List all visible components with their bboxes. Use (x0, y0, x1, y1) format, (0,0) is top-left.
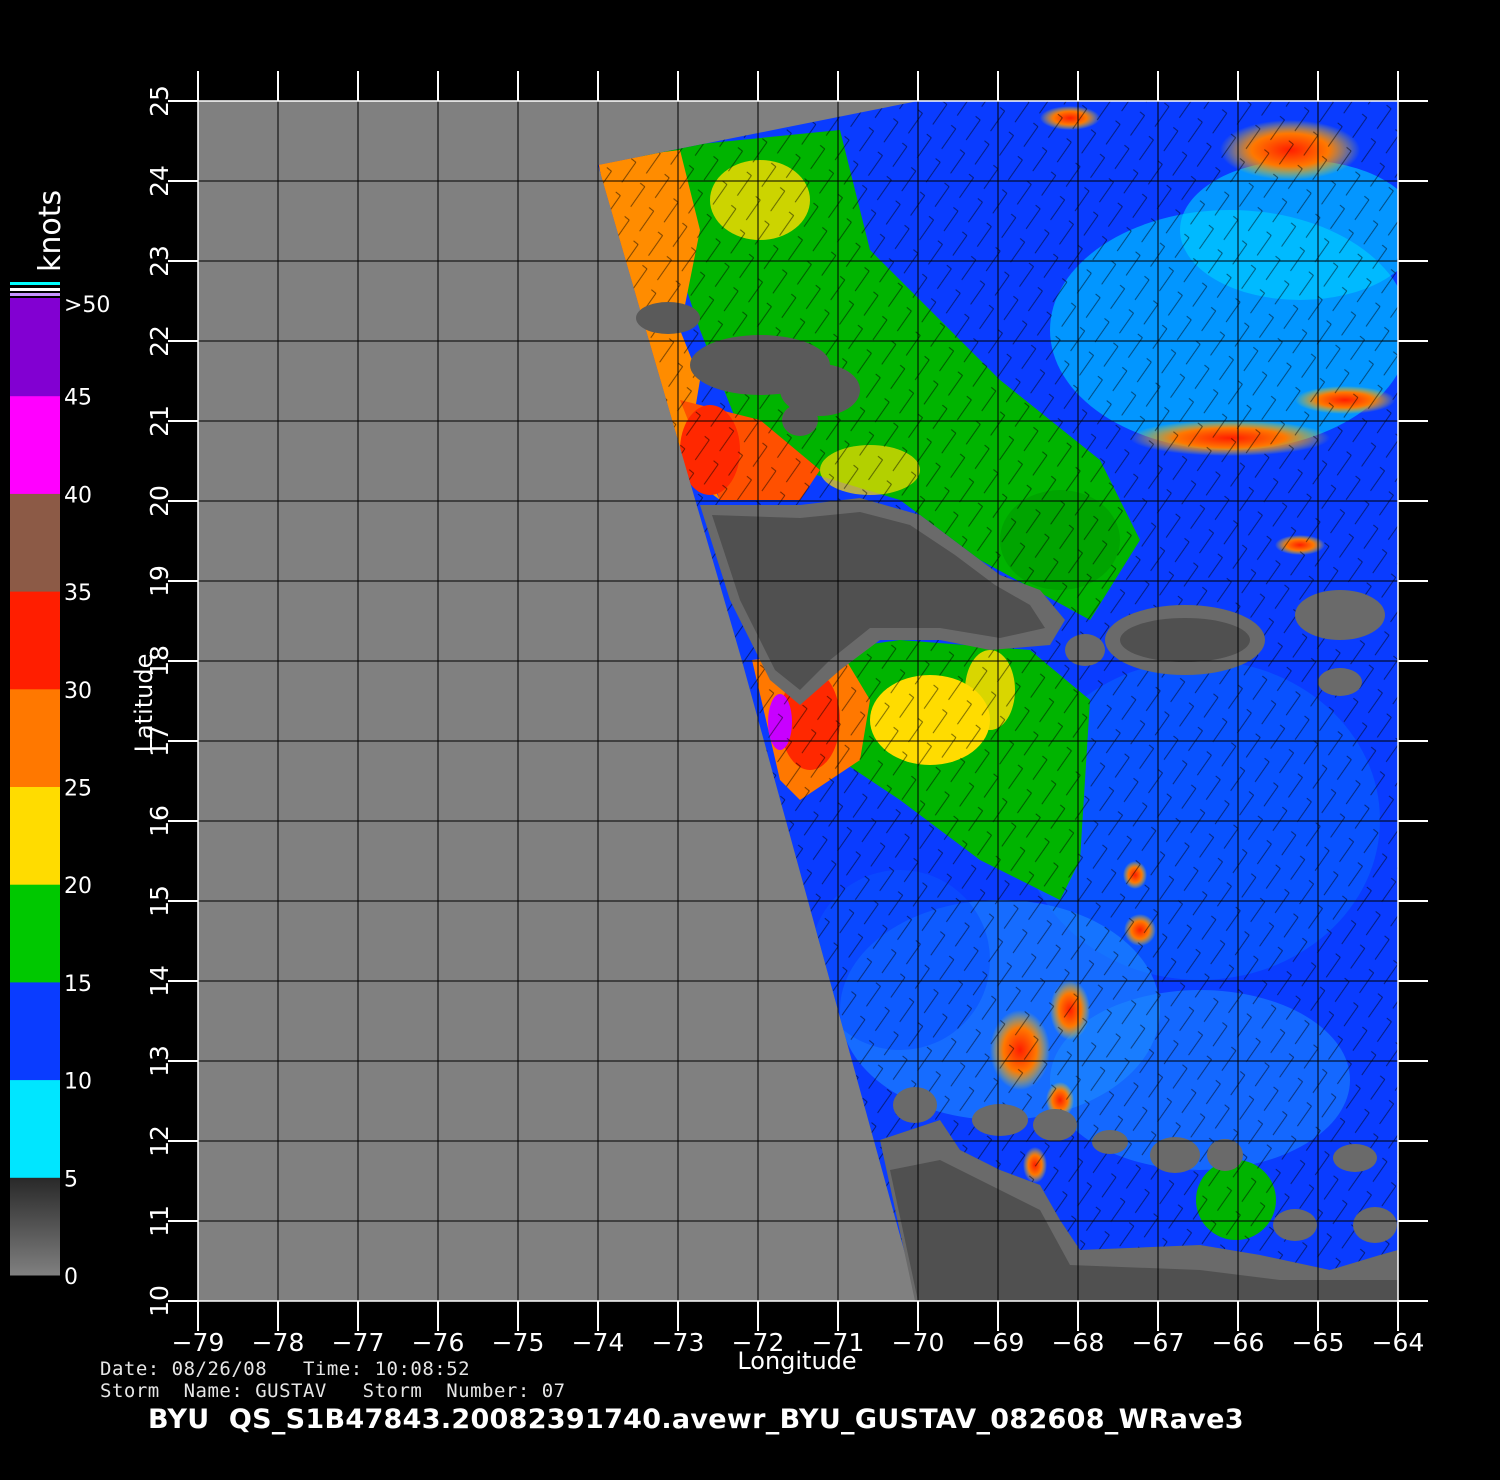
lat-tick-label: 14 (145, 965, 174, 997)
colorbar-segment-10-15 (10, 981, 60, 1081)
colorbar-segment-35-40 (10, 493, 60, 592)
colorbar-label: 0 (64, 1265, 78, 1290)
wind-speed-colorbar: 0 5 10 15 20 25 30 35 40 45 >50 (10, 282, 110, 1290)
colorbar-overflow-stripe (10, 288, 60, 291)
lon-tick-label: −73 (652, 1328, 705, 1357)
lat-tick-label: 24 (145, 165, 174, 197)
lat-tick-label: 21 (145, 405, 174, 437)
colorbar-segment-0-5 (10, 1177, 60, 1276)
colorbar-label: 40 (64, 483, 92, 508)
lat-tick-label: 15 (145, 885, 174, 917)
colorbar-segment-40-45 (10, 395, 60, 494)
colorbar-label: 20 (64, 874, 92, 899)
lon-tick-label: −77 (332, 1328, 385, 1357)
lat-tick-label: 20 (145, 485, 174, 517)
colorbar-overflow-stripe (10, 282, 60, 285)
colorbar-segment-15-20 (10, 884, 60, 983)
colorbar-segment-20-25 (10, 786, 60, 885)
lon-tick-label: −75 (492, 1328, 545, 1357)
x-axis-label: Longitude (737, 1347, 856, 1375)
wind-map-figure: −79 −78 −77 −76 −75 −74 −73 −72 −71 −70 −69 −68 −67−… (10, 71, 1428, 1375)
storm-info-line: Storm Name: GUSTAV Storm Number: 07 (100, 1380, 566, 1402)
colorbar-overflow-stripe (10, 293, 60, 296)
colorbar-label: 30 (64, 679, 92, 704)
colorbar-label: 15 (64, 972, 92, 997)
lon-tick-label: −65 (1292, 1328, 1345, 1357)
lon-tick-label: −76 (412, 1328, 465, 1357)
lon-tick-label: −64 (1372, 1328, 1425, 1357)
date-time-line: Date: 08/26/08 Time: 10:08:52 (100, 1358, 471, 1380)
lat-tick-label: 16 (145, 805, 174, 837)
lon-tick-label: −78 (252, 1328, 305, 1357)
colorbar-title: knots (33, 190, 68, 272)
lat-tick-label: 10 (145, 1285, 174, 1317)
lon-tick-label: −74 (572, 1328, 625, 1357)
lon-tick-label: −67 (1132, 1328, 1185, 1357)
lat-tick-label: 13 (145, 1045, 174, 1077)
colorbar-segment-30-35 (10, 591, 60, 690)
lat-tick-label: 25 (145, 85, 174, 117)
colorbar-label: 35 (64, 581, 92, 606)
lon-tick-label: −66 (1212, 1328, 1265, 1357)
lat-tick-label: 11 (145, 1205, 174, 1237)
lon-tick-label: −79 (172, 1328, 225, 1357)
file-name: BYU QS_S1B47843.20082391740.avewr_BYU_GU… (148, 1404, 1244, 1435)
colorbar-label: 5 (64, 1167, 78, 1192)
colorbar-segment-25-30 (10, 688, 60, 787)
lon-tick-label: −70 (892, 1328, 945, 1357)
y-axis-label: Latitude (130, 654, 158, 753)
colorbar-segment-45-50 (10, 298, 60, 397)
lat-tick-label: 23 (145, 245, 174, 277)
colorbar-label: 10 (64, 1070, 92, 1095)
colorbar-segment-5-10 (10, 1079, 60, 1178)
lon-tick-label: −69 (972, 1328, 1025, 1357)
colorbar-label: 45 (64, 386, 92, 411)
colorbar-label: 25 (64, 777, 92, 802)
lat-tick-label: 19 (145, 565, 174, 597)
colorbar-label: >50 (64, 293, 110, 318)
lon-tick-label: −68 (1052, 1328, 1105, 1357)
lat-tick-label: 22 (145, 325, 174, 357)
lat-tick-label: 12 (145, 1125, 174, 1157)
